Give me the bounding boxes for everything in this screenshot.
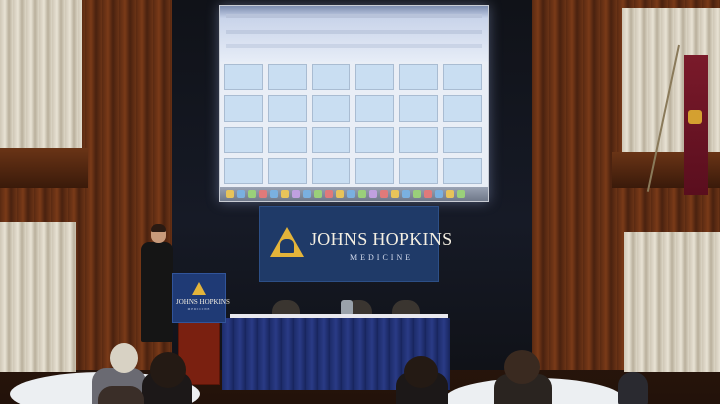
podium-shield-icon xyxy=(192,282,206,295)
app-icon xyxy=(446,190,454,198)
app-icon xyxy=(303,190,311,198)
banner-subtitle: MEDICINE xyxy=(350,253,414,262)
hopkins-banner: JOHNS HOPKINS MEDICINE xyxy=(259,206,452,282)
grid-cell xyxy=(311,157,351,184)
app-icon xyxy=(325,190,333,198)
ribbon-tools-row xyxy=(226,44,482,48)
ribbon-menu-row xyxy=(226,14,482,18)
grid-cell xyxy=(443,64,482,91)
window-curtain-bottom-right xyxy=(624,232,720,372)
window-ledge-left xyxy=(0,148,88,188)
grid-cell xyxy=(355,126,395,153)
speaker-hair xyxy=(151,224,166,232)
podium: JOHNS HOPKINS MEDICINE xyxy=(172,273,230,323)
projection-screen xyxy=(219,5,489,202)
app-icon xyxy=(457,190,465,198)
grid-cell xyxy=(443,157,482,184)
audience-member xyxy=(98,386,144,404)
grid-cell xyxy=(399,157,439,184)
grid-cell xyxy=(267,95,307,122)
app-icon xyxy=(248,190,256,198)
app-icon xyxy=(259,190,267,198)
grid-cell xyxy=(267,64,307,91)
app-icon xyxy=(292,190,300,198)
grid-cell xyxy=(399,126,439,153)
app-icon xyxy=(226,190,234,198)
app-icon xyxy=(270,190,278,198)
grid-cell xyxy=(443,126,482,153)
flag-emblem-icon xyxy=(688,110,702,124)
app-icon xyxy=(380,190,388,198)
app-icon xyxy=(402,190,410,198)
grid-cell xyxy=(224,95,263,122)
app-icon xyxy=(413,190,421,198)
ribbon-tools-row xyxy=(226,30,482,34)
grid-cell xyxy=(267,157,307,184)
app-icon xyxy=(347,190,355,198)
window-curtain-bottom-left xyxy=(0,222,76,372)
window-curtain-top-left xyxy=(0,0,82,148)
podium-subtitle: MEDICINE xyxy=(187,307,211,311)
grid-cell xyxy=(267,126,307,153)
grid-cell xyxy=(311,95,351,122)
audience-head xyxy=(504,350,540,384)
grid-cell xyxy=(355,157,395,184)
spreadsheet-grid xyxy=(224,64,482,184)
audience-head xyxy=(404,356,438,388)
app-icon xyxy=(424,190,432,198)
app-icon xyxy=(336,190,344,198)
chair-back xyxy=(618,372,648,404)
app-icon xyxy=(314,190,322,198)
speaker xyxy=(141,242,173,342)
grid-cell xyxy=(311,126,351,153)
shield-dome-icon xyxy=(280,239,294,253)
app-icon xyxy=(391,190,399,198)
audience-head xyxy=(150,352,186,388)
grid-cell xyxy=(399,95,439,122)
grid-cell xyxy=(399,64,439,91)
grid-cell xyxy=(355,64,395,91)
grid-cell xyxy=(224,126,263,153)
banner-title: JOHNS HOPKINS xyxy=(310,229,453,249)
app-icon xyxy=(281,190,289,198)
app-icon xyxy=(369,190,377,198)
audience-head xyxy=(110,343,138,373)
conference-room-scene: JOHNS HOPKINS MEDICINE JOHNS HOPKINS MED… xyxy=(0,0,720,404)
grid-cell xyxy=(443,95,482,122)
spreadsheet-ribbon xyxy=(220,6,488,62)
podium-title: JOHNS HOPKINS xyxy=(176,298,230,306)
dock-taskbar xyxy=(220,187,488,201)
grid-cell xyxy=(224,64,263,91)
app-icon xyxy=(237,190,245,198)
flag xyxy=(684,55,708,195)
app-icon xyxy=(435,190,443,198)
grid-cell xyxy=(355,95,395,122)
grid-cell xyxy=(311,64,351,91)
app-icon xyxy=(358,190,366,198)
grid-cell xyxy=(224,157,263,184)
